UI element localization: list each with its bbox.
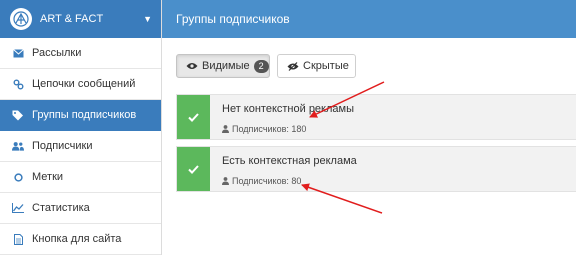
users-icon <box>12 140 24 152</box>
subscriber-count-text: Подписчиков: 180 <box>232 124 307 134</box>
chevron-down-icon[interactable]: ▼ <box>143 14 152 24</box>
group-subscriber-count: Подписчиков: 80 <box>222 176 301 186</box>
brand-name: ART & FACT <box>40 13 104 25</box>
sidebar-item-label: Цепочки сообщений <box>32 78 136 90</box>
visible-filter-button[interactable]: Видимые 2 <box>176 54 270 78</box>
brand-header[interactable]: ART & FACT ▼ <box>0 0 161 38</box>
link-icon <box>12 78 24 90</box>
user-icon <box>222 125 229 133</box>
sidebar-item-label: Рассылки <box>32 47 82 59</box>
sidebar-item-chains[interactable]: Цепочки сообщений <box>0 69 161 100</box>
envelope-icon <box>12 47 24 59</box>
sidebar-item-site-button[interactable]: Кнопка для сайта <box>0 224 161 255</box>
circle-icon <box>12 171 24 183</box>
file-icon <box>12 233 24 245</box>
sidebar-item-label: Статистика <box>32 202 90 214</box>
count-badge: 2 <box>253 59 269 73</box>
sidebar-item-statistics[interactable]: Статистика <box>0 193 161 224</box>
hidden-filter-button[interactable]: Скрытые <box>277 54 356 78</box>
check-icon[interactable] <box>177 147 210 191</box>
sidebar-item-mailings[interactable]: Рассылки <box>0 38 161 69</box>
check-icon[interactable] <box>177 95 210 139</box>
group-subscriber-count: Подписчиков: 180 <box>222 124 306 134</box>
line-chart-icon <box>12 202 24 214</box>
sidebar-item-label: Метки <box>32 171 64 183</box>
sidebar-item-label: Кнопка для сайта <box>32 233 122 245</box>
group-item[interactable]: Нет контекстной рекламы Подписчиков: 180 <box>176 94 576 140</box>
main-content: Видимые 2 Скрытые Нет контекстной реклам… <box>162 38 576 255</box>
group-title: Нет контекстной рекламы <box>222 103 354 115</box>
sidebar-item-labels[interactable]: Метки <box>0 162 161 193</box>
sidebar-item-subscribers[interactable]: Подписчики <box>0 131 161 162</box>
user-icon <box>222 177 229 185</box>
tags-icon <box>12 109 24 121</box>
hidden-filter-label: Скрытые <box>303 60 349 72</box>
eye-icon <box>186 62 198 70</box>
page-title: Группы подписчиков <box>176 12 290 26</box>
sidebar: ART & FACT ▼ Рассылки Цепочки сообщений … <box>0 0 162 255</box>
sidebar-item-label: Группы подписчиков <box>32 109 137 121</box>
visible-filter-label: Видимые <box>202 60 250 72</box>
group-title: Есть контекстная реклама <box>222 155 357 167</box>
eye-slash-icon <box>287 61 299 71</box>
sidebar-item-groups[interactable]: Группы подписчиков <box>0 100 161 131</box>
sidebar-item-label: Подписчики <box>32 140 93 152</box>
group-item[interactable]: Есть контекстная реклама Подписчиков: 80 <box>176 146 576 192</box>
page-header: Группы подписчиков <box>162 0 576 38</box>
logo <box>10 8 32 30</box>
subscriber-count-text: Подписчиков: 80 <box>232 176 302 186</box>
